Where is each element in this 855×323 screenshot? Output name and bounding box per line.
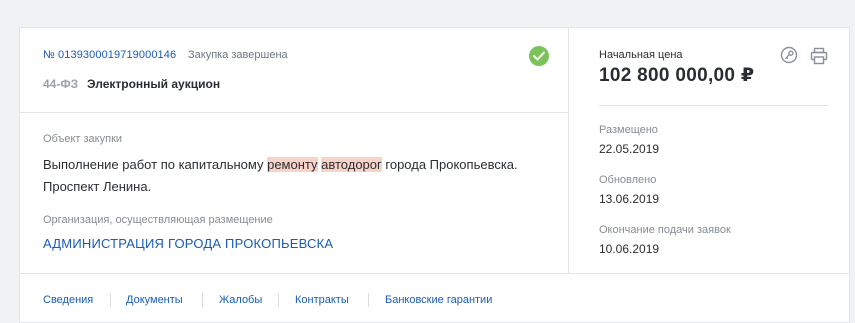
tab-separator [110,293,111,307]
tab-info[interactable]: Сведения [43,294,93,306]
price-label: Начальная цена [599,49,683,61]
tab-separator [278,293,279,307]
check-icon [529,46,549,66]
tab-separator [202,293,203,307]
card-tabs: Сведения Документы Жалобы Контракты Банк… [20,274,849,323]
organization-label: Организация, осуществляющая размещение [43,214,273,226]
search-highlight: ремонту [267,157,318,172]
updated-date: 13.06.2019 [599,192,660,206]
deadline-date: 10.06.2019 [599,242,660,256]
tab-complaints[interactable]: Жалобы [219,294,262,306]
price-value: 102 800 000,00 ₽ [599,65,755,86]
key-icon[interactable] [780,46,798,64]
price-divider [599,105,828,106]
updated-label: Обновлено [599,174,657,186]
procurement-status: Закупка завершена [188,49,288,61]
organization-link[interactable]: АДМИНИСТРАЦИЯ ГОРОДА ПРОКОПЬЕВСКА [43,236,333,251]
deadline-label: Окончание подачи заявок [599,224,731,236]
tab-documents[interactable]: Документы [126,294,183,306]
procedure-type: Электронный аукцион [87,77,221,91]
procurement-header: № 0139300019719000146 Закупка завершена … [20,28,568,113]
tab-contracts[interactable]: Контракты [295,294,349,306]
object-text-start: Выполнение работ по капитальному [43,157,268,172]
tab-bank-guarantees[interactable]: Банковские гарантии [385,294,492,306]
search-highlight: автодорог [321,157,382,172]
published-date: 22.05.2019 [599,142,660,156]
procurement-card: № 0139300019719000146 Закупка завершена … [19,27,850,323]
published-label: Размещено [599,124,658,136]
vertical-divider [568,28,569,273]
tab-separator [368,293,369,307]
object-description: Выполнение работ по капитальному ремонту… [43,154,543,198]
print-icon[interactable] [810,47,828,65]
object-label: Объект закупки [43,133,123,145]
procurement-number-link[interactable]: № 0139300019719000146 [43,49,176,61]
law-badge: 44-ФЗ [43,77,79,91]
